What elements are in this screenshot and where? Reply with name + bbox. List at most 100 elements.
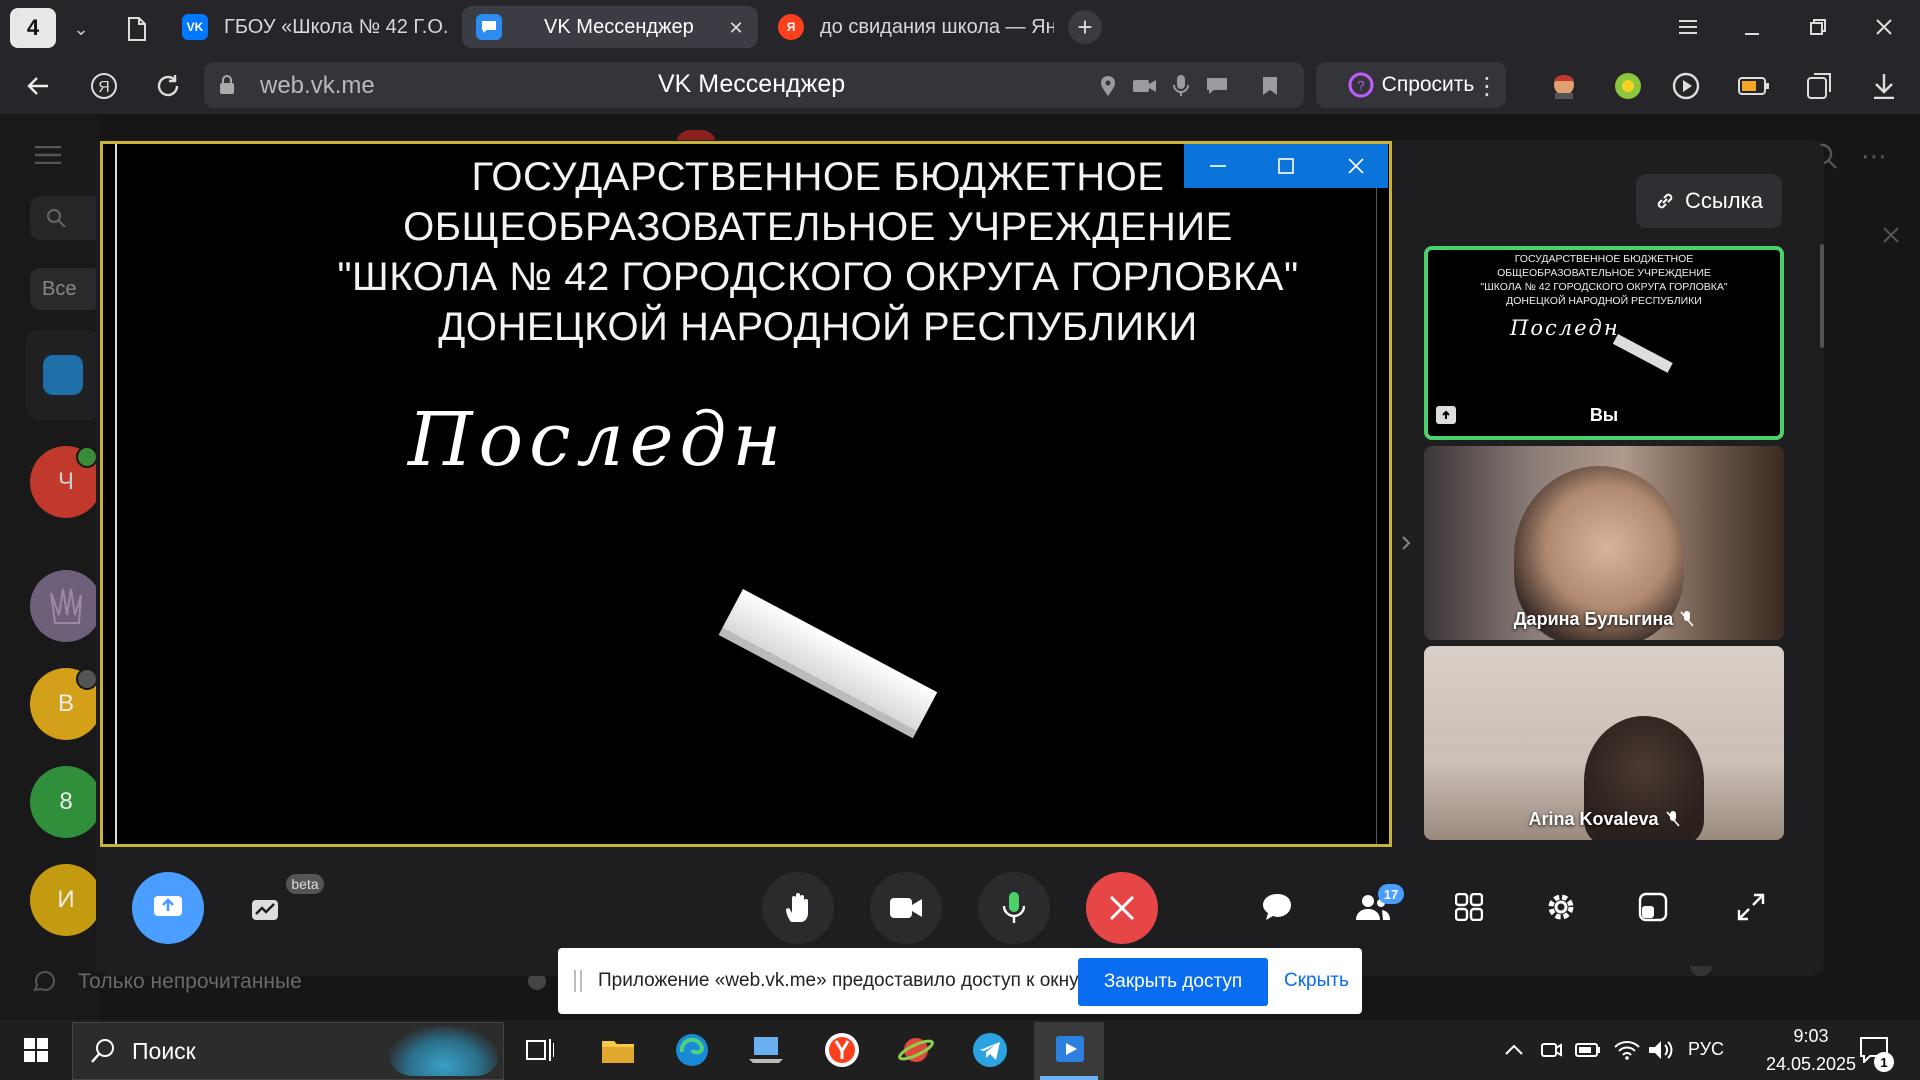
windows-start-icon[interactable] — [14, 1030, 58, 1070]
filter-all-chip[interactable]: Все — [30, 268, 102, 310]
microphone-toggle-button[interactable] — [978, 872, 1050, 944]
end-call-icon — [1109, 895, 1135, 921]
tray-meet-icon[interactable] — [1536, 1036, 1566, 1064]
planet-app-icon[interactable] — [894, 1028, 938, 1072]
chat-avatar-3[interactable]: 8 — [30, 766, 102, 838]
bookmark-icon[interactable] — [1256, 72, 1284, 100]
sidebar-item-messenger[interactable] — [26, 330, 100, 420]
video-app-icon — [1048, 1030, 1092, 1070]
tab-counter-button[interactable]: 4 — [10, 8, 56, 48]
tray-battery-icon[interactable] — [1572, 1036, 1604, 1064]
restore-window-icon[interactable] — [1800, 10, 1836, 44]
tab-yandex-search[interactable]: Я до свидания школа — Яндекс — [772, 6, 1054, 48]
chat-bubble-icon[interactable] — [1202, 72, 1232, 100]
extension-avatar-icon[interactable] — [1544, 66, 1584, 106]
menu-lines-icon[interactable] — [1670, 10, 1706, 44]
hand-icon — [786, 893, 808, 922]
close-tab-icon[interactable]: ✕ — [722, 14, 750, 42]
back-arrow-icon[interactable] — [18, 66, 58, 106]
copy-link-button[interactable]: Ссылка — [1636, 174, 1782, 228]
collections-icon[interactable] — [1800, 66, 1840, 106]
chevron-down-icon[interactable]: ⌄ — [64, 12, 98, 46]
chat-avatar-2-letter: В — [57, 690, 74, 717]
slide-title-line-2: ОБЩЕОБРАЗОВАТЕЛЬНОЕ УЧРЕЖДЕНИЕ — [403, 205, 1233, 249]
tray-volume-icon[interactable] — [1646, 1036, 1676, 1064]
tile-you-preview: ГОСУДАРСТВЕННОЕ БЮДЖЕТНОЕ ОБЩЕОБРАЗОВАТЕ… — [1428, 252, 1780, 308]
end-call-button[interactable] — [1086, 872, 1158, 944]
slide-title-line-3: "ШКОЛА № 42 ГОРОДСКОГО ОКРУГА ГОРЛОВКА" — [337, 255, 1299, 299]
tile-you-title-line-1: ГОСУДАРСТВЕННОЕ БЮДЖЕТНОЕ — [1514, 253, 1694, 265]
camera-toggle-button[interactable] — [870, 872, 942, 944]
media-player-icon[interactable] — [1666, 66, 1706, 106]
more-vertical-icon[interactable]: ⋮ — [1472, 70, 1502, 102]
messenger-chat-icon — [43, 355, 83, 395]
participant-tile-arina[interactable]: Arina Kovaleva — [1424, 646, 1784, 840]
more-horizontal-icon[interactable]: ⋯ — [1856, 140, 1892, 172]
notifications-count: 1 — [1880, 1054, 1888, 1070]
battery-saver-icon[interactable] — [1734, 66, 1774, 106]
mic-permission-icon[interactable] — [1168, 72, 1194, 100]
page-title-text: VK Мессенджер — [658, 70, 846, 98]
hamburger-menu-icon[interactable] — [30, 140, 66, 170]
language-indicator[interactable]: РУС — [1688, 1039, 1724, 1060]
download-icon[interactable] — [1864, 66, 1904, 106]
chat-avatar-0-letter: Ч — [58, 468, 74, 495]
chat-avatar-1[interactable] — [30, 570, 102, 642]
participant-tile-you[interactable]: ГОСУДАРСТВЕННОЕ БЮДЖЕТНОЕ ОБЩЕОБРАЗОВАТЕ… — [1424, 246, 1784, 440]
url-text[interactable]: web.vk.me — [260, 72, 375, 100]
expand-icon — [1737, 893, 1765, 921]
taskbar-search-label: Поиск — [132, 1038, 196, 1064]
camera-permission-icon[interactable] — [1130, 72, 1160, 100]
tab-school[interactable]: VK ГБОУ «Школа № 42 Г.О. Горловка» — [172, 6, 452, 48]
tab-counter-label: 4 — [26, 15, 40, 40]
chat-button[interactable] — [1252, 882, 1302, 932]
telegram-icon[interactable] — [968, 1028, 1012, 1072]
yandex-browser-icon[interactable] — [818, 1026, 866, 1074]
extension-green-icon[interactable] — [1608, 66, 1648, 106]
picture-in-picture-button[interactable] — [1628, 882, 1678, 932]
raise-hand-button[interactable] — [762, 872, 834, 944]
stop-sharing-button[interactable]: Закрыть доступ — [1078, 958, 1268, 1006]
task-view-icon[interactable] — [520, 1030, 560, 1070]
panel-scrollbar[interactable] — [1820, 244, 1824, 348]
laptop-app-icon[interactable] — [744, 1030, 788, 1070]
page-icon[interactable] — [120, 12, 154, 46]
mic-muted-icon — [1680, 611, 1694, 627]
panel-collapse-chevron-icon[interactable] — [1394, 526, 1418, 560]
yandex-home-icon[interactable]: Я — [84, 66, 124, 106]
slide-title-line-4: ДОНЕЦКОЙ НАРОДНОЙ РЕСПУБЛИКИ — [438, 305, 1198, 349]
fullscreen-button[interactable] — [1726, 882, 1776, 932]
chat-avatar-4[interactable]: И — [30, 864, 102, 936]
tray-chevron-up-icon[interactable] — [1500, 1036, 1528, 1064]
chat-avatar-3-letter: 8 — [59, 788, 73, 815]
close-window-icon[interactable] — [1866, 10, 1902, 44]
file-explorer-icon[interactable] — [596, 1030, 640, 1070]
tab-vk-messenger[interactable]: VK Мессенджер — [462, 6, 758, 48]
close-panel-icon[interactable] — [1876, 220, 1906, 250]
shared-minimize-icon[interactable] — [1198, 150, 1238, 182]
reload-icon[interactable] — [148, 66, 188, 106]
grid-layout-button[interactable] — [1444, 882, 1494, 932]
drag-handle-icon[interactable] — [574, 970, 582, 992]
whiteboard-button[interactable] — [242, 884, 292, 934]
alice-icon: ? — [1348, 72, 1374, 98]
tile-you-title-line-3: "ШКОЛА № 42 ГОРОДСКОГО ОКРУГА ГОРЛОВКА" — [1480, 281, 1728, 293]
shared-close-icon[interactable] — [1336, 150, 1376, 182]
minimize-window-icon[interactable] — [1734, 10, 1770, 44]
clock-time[interactable]: 9:03 — [1766, 1026, 1856, 1047]
share-screen-button[interactable] — [132, 872, 204, 944]
unread-toggle-icon[interactable] — [30, 968, 58, 996]
participant-tile-darina[interactable]: Дарина Булыгина — [1424, 446, 1784, 640]
participants-count-badge: 17 — [1378, 884, 1404, 904]
tab-vk-title: VK Мессенджер — [544, 15, 694, 38]
tile-you-title-line-2: ОБЩЕОБРАЗОВАТЕЛЬНОЕ УЧРЕЖДЕНИЕ — [1497, 267, 1711, 279]
new-tab-icon[interactable]: + — [1068, 10, 1102, 44]
messenger-logo-icon — [476, 14, 502, 40]
tray-wifi-icon[interactable] — [1612, 1036, 1642, 1064]
shared-maximize-icon[interactable] — [1266, 150, 1306, 182]
edge-browser-icon[interactable] — [670, 1028, 714, 1072]
hide-notification-link[interactable]: Скрыть — [1284, 970, 1349, 992]
location-pin-icon[interactable] — [1094, 72, 1122, 100]
lock-icon[interactable] — [214, 72, 240, 98]
settings-button[interactable] — [1536, 882, 1586, 932]
